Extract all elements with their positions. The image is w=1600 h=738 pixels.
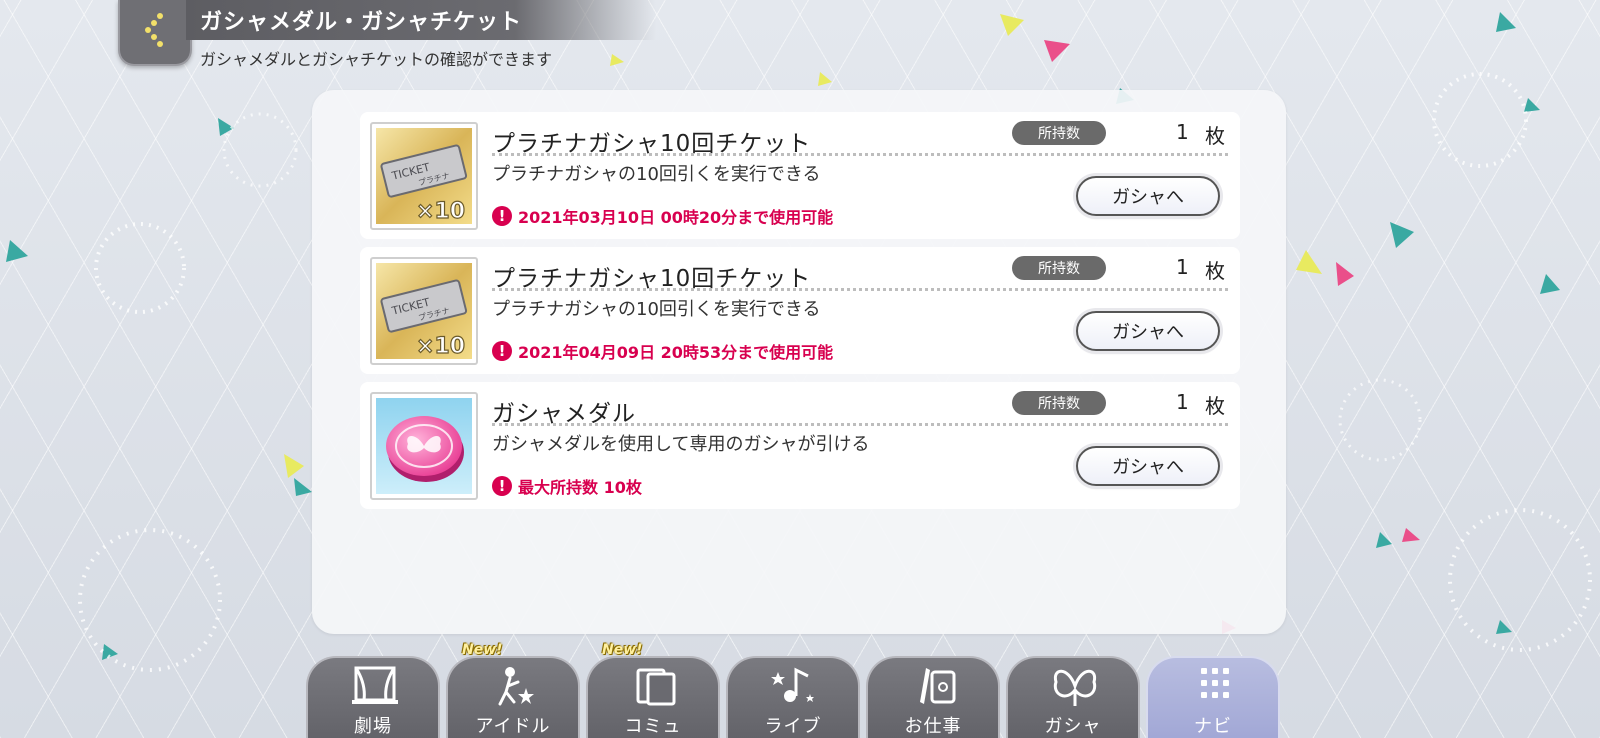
nav-tab-commu[interactable]: New! コミュ	[586, 642, 720, 738]
live-icon	[771, 667, 814, 702]
expiry-notice: ! 2021年03月10日 00時20分まで使用可能	[492, 204, 833, 228]
owned-count: 1	[1176, 120, 1189, 144]
item-card: ガシャメダル 所持数 1 枚 ガシャメダルを使用して専用のガシャが引ける ! 最…	[360, 382, 1240, 509]
nav-tab-live[interactable]: ライブ	[726, 656, 860, 738]
bottom-navigation: 劇場 New! アイドル New! コミュ ライブ お仕事 ガシャ ナビ	[306, 642, 1296, 738]
page-title: ガシャメダル・ガシャチケット	[200, 10, 523, 35]
owned-count-badge: 所持数	[1012, 256, 1106, 280]
nav-label: コミュ	[624, 716, 682, 737]
exclamation-icon: !	[492, 341, 512, 361]
nav-tab-theater[interactable]: 劇場	[306, 656, 440, 738]
nav-tab-work[interactable]: お仕事	[866, 656, 1000, 738]
nav-label: お仕事	[904, 716, 962, 737]
nav-label: ナビ	[1194, 716, 1232, 737]
chevron-left-icon	[145, 13, 163, 47]
ticket-thumbnail: TICKET プラチナ ×10	[370, 257, 478, 365]
go-to-gacha-button[interactable]: ガシャへ	[1076, 176, 1220, 216]
item-card: TICKET プラチナ ×10 プラチナガシャ10回チケット 所持数 1 枚 プ…	[360, 247, 1240, 374]
divider	[492, 423, 1228, 426]
owned-unit: 枚	[1205, 394, 1225, 418]
owned-count: 1	[1176, 390, 1189, 414]
expiry-text: 2021年03月10日 00時20分まで使用可能	[518, 208, 834, 227]
item-list-panel: TICKET プラチナ ×10 プラチナガシャ10回チケット 所持数 1 枚 プ…	[312, 90, 1286, 634]
item-card: TICKET プラチナ ×10 プラチナガシャ10回チケット 所持数 1 枚 プ…	[360, 112, 1240, 239]
nav-label: アイドル	[475, 716, 551, 737]
go-to-gacha-button[interactable]: ガシャへ	[1076, 311, 1220, 351]
item-description: プラチナガシャの10回引くを実行できる	[492, 299, 821, 320]
medal-thumbnail	[370, 392, 478, 500]
owned-count: 1	[1176, 255, 1189, 279]
work-icon	[920, 668, 956, 704]
navi-icon	[1201, 668, 1229, 698]
go-to-gacha-button[interactable]: ガシャへ	[1076, 446, 1220, 486]
owned-unit: 枚	[1205, 124, 1225, 148]
title-bar: ガシャメダル・ガシャチケット	[186, 0, 656, 40]
gacha-medal-icon	[376, 398, 472, 494]
nav-tab-navi[interactable]: ナビ	[1146, 656, 1280, 738]
commu-icon	[636, 668, 676, 706]
nav-tab-idol[interactable]: New! アイドル	[446, 642, 580, 738]
idol-icon	[498, 667, 534, 706]
owned-count-badge: 所持数	[1012, 121, 1106, 145]
svg-text:×10: ×10	[416, 334, 465, 359]
item-description: ガシャメダルを使用して専用のガシャが引ける	[492, 434, 870, 455]
theater-icon	[352, 666, 398, 704]
divider	[492, 288, 1228, 291]
exclamation-icon: !	[492, 476, 512, 496]
ticket-thumbnail: TICKET プラチナ ×10	[370, 122, 478, 230]
page-subtitle: ガシャメダルとガシャチケットの確認ができます	[200, 50, 553, 69]
divider	[492, 153, 1228, 156]
svg-text:×10: ×10	[416, 199, 465, 224]
max-owned-text: 最大所持数 10枚	[518, 478, 642, 497]
back-button[interactable]	[118, 0, 192, 66]
max-owned-notice: ! 最大所持数 10枚	[492, 474, 642, 498]
nav-label: ライブ	[764, 716, 822, 737]
owned-count-badge: 所持数	[1012, 391, 1106, 415]
owned-unit: 枚	[1205, 259, 1225, 283]
nav-tab-gacha[interactable]: ガシャ	[1006, 656, 1140, 738]
nav-label: 劇場	[354, 716, 392, 737]
new-badge: New!	[462, 642, 503, 658]
nav-label: ガシャ	[1044, 716, 1102, 737]
new-badge: New!	[602, 642, 643, 658]
item-description: プラチナガシャの10回引くを実行できる	[492, 164, 821, 185]
gacha-icon	[1053, 669, 1097, 706]
platinum-ticket-icon: TICKET プラチナ ×10	[376, 128, 472, 224]
exclamation-icon: !	[492, 206, 512, 226]
platinum-ticket-icon: TICKET プラチナ ×10	[376, 263, 472, 359]
expiry-text: 2021年04月09日 20時53分まで使用可能	[518, 343, 834, 362]
expiry-notice: ! 2021年04月09日 20時53分まで使用可能	[492, 339, 833, 363]
